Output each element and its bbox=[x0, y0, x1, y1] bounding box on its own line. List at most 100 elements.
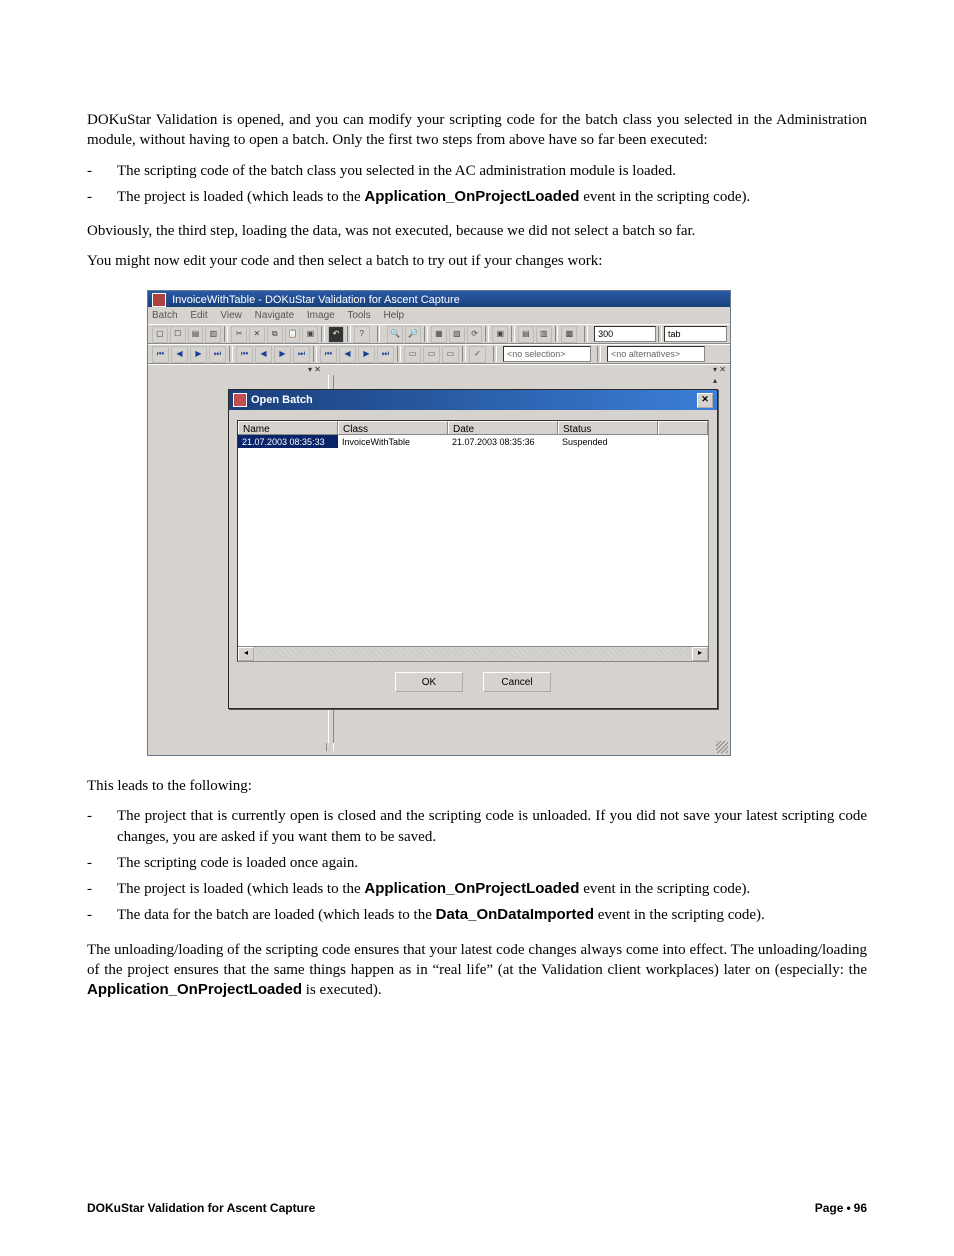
new-icon[interactable]: ▢ bbox=[152, 326, 168, 343]
list-item: The project is loaded (which leads to th… bbox=[117, 879, 867, 899]
prev-page-icon[interactable]: ◀ bbox=[255, 346, 272, 363]
app-title: InvoiceWithTable - DOKuStar Validation f… bbox=[172, 294, 460, 306]
bullet-list-2: -The project that is currently open is c… bbox=[87, 806, 867, 925]
col-date[interactable]: Date bbox=[448, 421, 558, 434]
next-doc-icon[interactable]: ▶ bbox=[190, 346, 207, 363]
menu-batch[interactable]: Batch bbox=[152, 310, 178, 321]
zoomin-icon[interactable]: 🔍 bbox=[387, 326, 403, 343]
color-icon[interactable]: ▩ bbox=[561, 326, 577, 343]
work-area: ▾ ✕ ▾ ✕▴ Open Batch ✕ Name Class bbox=[148, 364, 730, 755]
sel-a-icon[interactable]: ▭ bbox=[404, 346, 421, 363]
prev-doc-icon[interactable]: ◀ bbox=[171, 346, 188, 363]
sel-c-icon[interactable]: ▭ bbox=[442, 346, 459, 363]
scroll-right-icon[interactable]: ▸ bbox=[692, 647, 708, 661]
open-icon[interactable]: ☐ bbox=[170, 326, 186, 343]
menu-tools[interactable]: Tools bbox=[347, 310, 370, 321]
prev-field-icon[interactable]: ◀ bbox=[339, 346, 356, 363]
menu-view[interactable]: View bbox=[220, 310, 242, 321]
undo-icon[interactable]: ↶ bbox=[328, 326, 344, 343]
tool-a-icon[interactable]: ▤ bbox=[518, 326, 534, 343]
paragraph: You might now edit your code and then se… bbox=[87, 251, 867, 271]
app-titlebar: InvoiceWithTable - DOKuStar Validation f… bbox=[148, 291, 730, 307]
cell-status: Suspended bbox=[558, 435, 658, 448]
last-doc-icon[interactable]: ⏭ bbox=[209, 346, 226, 363]
panel-handle-icon[interactable]: ▾ ✕ bbox=[308, 365, 321, 376]
ok-button[interactable]: OK bbox=[395, 672, 463, 692]
page-footer: DOKuStar Validation for Ascent Capture P… bbox=[87, 1200, 867, 1216]
resize-grip-icon[interactable] bbox=[716, 741, 728, 753]
panel-handle-icon[interactable]: ▾ ✕▴ bbox=[713, 365, 726, 387]
first-doc-icon[interactable]: ⏮ bbox=[152, 346, 169, 363]
mode-icon[interactable]: ▣ bbox=[492, 326, 508, 343]
batch-table: Name Class Date Status 21.07.2003 08:35:… bbox=[237, 420, 709, 662]
scroll-left-icon[interactable]: ◂ bbox=[238, 647, 254, 661]
menu-edit[interactable]: Edit bbox=[190, 310, 207, 321]
col-status[interactable]: Status bbox=[558, 421, 658, 434]
toolbar-2: ⏮ ◀ ▶ ⏭ ⏮ ◀ ▶ ⏭ ⏮ ◀ ▶ ⏭ ▭ ▭ ▭ ✓ <no sele… bbox=[148, 344, 730, 364]
table-header: Name Class Date Status bbox=[238, 421, 708, 435]
menu-help[interactable]: Help bbox=[383, 310, 404, 321]
cell-date: 21.07.2003 08:35:36 bbox=[448, 435, 558, 448]
list-item: The scripting code of the batch class yo… bbox=[117, 161, 867, 181]
menu-bar: Batch Edit View Navigate Image Tools Hel… bbox=[148, 307, 730, 325]
saveall-icon[interactable]: ▥ bbox=[205, 326, 221, 343]
paragraph: The unloading/loading of the scripting c… bbox=[87, 940, 867, 1001]
event-name: Application_OnProjectLoaded bbox=[87, 981, 302, 998]
next-page-icon[interactable]: ▶ bbox=[274, 346, 291, 363]
hscrollbar[interactable]: ◂ ▸ bbox=[238, 646, 708, 661]
tool-b-icon[interactable]: ▥ bbox=[536, 326, 552, 343]
cell-name: 21.07.2003 08:35:33 bbox=[238, 435, 338, 448]
list-item: The scripting code is loaded once again. bbox=[117, 853, 867, 873]
first-field-icon[interactable]: ⏮ bbox=[320, 346, 337, 363]
splitter-horizontal[interactable] bbox=[148, 743, 730, 751]
col-name[interactable]: Name bbox=[238, 421, 338, 434]
menu-image[interactable]: Image bbox=[307, 310, 335, 321]
open-batch-dialog: Open Batch ✕ Name Class Date Status bbox=[228, 389, 718, 709]
spell-icon[interactable]: ✓ bbox=[469, 346, 486, 363]
paragraph: Obviously, the third step, loading the d… bbox=[87, 221, 867, 241]
menu-navigate[interactable]: Navigate bbox=[255, 310, 294, 321]
tab-field[interactable]: tab bbox=[664, 326, 727, 342]
fit-icon[interactable]: ▦ bbox=[431, 326, 447, 343]
col-blank bbox=[658, 421, 708, 434]
next-field-icon[interactable]: ▶ bbox=[358, 346, 375, 363]
app-icon bbox=[152, 293, 166, 307]
toolbar-1: ▢ ☐ ▤ ▥ ✂ ✕ ⧉ 📋 ▣ ↶ ? 🔍 🔎 ▦ ▧ ⟳ ▣ ▤ ▥ bbox=[148, 324, 730, 344]
col-class[interactable]: Class bbox=[338, 421, 448, 434]
page-icon[interactable]: ▧ bbox=[449, 326, 465, 343]
last-page-icon[interactable]: ⏭ bbox=[293, 346, 310, 363]
save-icon[interactable]: ▤ bbox=[188, 326, 204, 343]
last-field-icon[interactable]: ⏭ bbox=[377, 346, 394, 363]
event-name: Application_OnProjectLoaded bbox=[364, 880, 579, 897]
zoomout-icon[interactable]: 🔎 bbox=[405, 326, 421, 343]
close-icon[interactable]: ✕ bbox=[697, 393, 713, 408]
footer-left: DOKuStar Validation for Ascent Capture bbox=[87, 1200, 315, 1216]
selection-field[interactable]: <no selection> bbox=[503, 346, 591, 362]
alternatives-field[interactable]: <no alternatives> bbox=[607, 346, 705, 362]
cut-icon[interactable]: ✂ bbox=[231, 326, 247, 343]
list-item: The project that is currently open is cl… bbox=[117, 806, 867, 847]
clip-icon[interactable]: ▣ bbox=[302, 326, 318, 343]
paste-icon[interactable]: 📋 bbox=[285, 326, 301, 343]
paragraph: This leads to the following: bbox=[87, 776, 867, 796]
event-name: Data_OnDataImported bbox=[436, 906, 594, 923]
first-page-icon[interactable]: ⏮ bbox=[236, 346, 253, 363]
sel-b-icon[interactable]: ▭ bbox=[423, 346, 440, 363]
paragraph: DOKuStar Validation is opened, and you c… bbox=[87, 110, 867, 151]
app-window: InvoiceWithTable - DOKuStar Validation f… bbox=[147, 290, 731, 757]
table-row[interactable]: 21.07.2003 08:35:33 InvoiceWithTable 21.… bbox=[238, 435, 708, 448]
zoom-field[interactable]: 300 bbox=[594, 326, 656, 342]
bullet-list-1: -The scripting code of the batch class y… bbox=[87, 161, 867, 208]
rotate-icon[interactable]: ⟳ bbox=[467, 326, 483, 343]
event-name: Application_OnProjectLoaded bbox=[364, 188, 579, 205]
copy-icon[interactable]: ⧉ bbox=[267, 326, 283, 343]
list-item: The data for the batch are loaded (which… bbox=[117, 905, 867, 925]
dialog-title: Open Batch bbox=[251, 393, 313, 408]
delete-icon[interactable]: ✕ bbox=[249, 326, 265, 343]
cell-class: InvoiceWithTable bbox=[338, 435, 448, 448]
dialog-titlebar: Open Batch ✕ bbox=[229, 390, 717, 410]
footer-right: Page•96 bbox=[815, 1200, 867, 1216]
dialog-icon bbox=[233, 393, 247, 407]
cancel-button[interactable]: Cancel bbox=[483, 672, 551, 692]
help-icon[interactable]: ? bbox=[354, 326, 370, 343]
